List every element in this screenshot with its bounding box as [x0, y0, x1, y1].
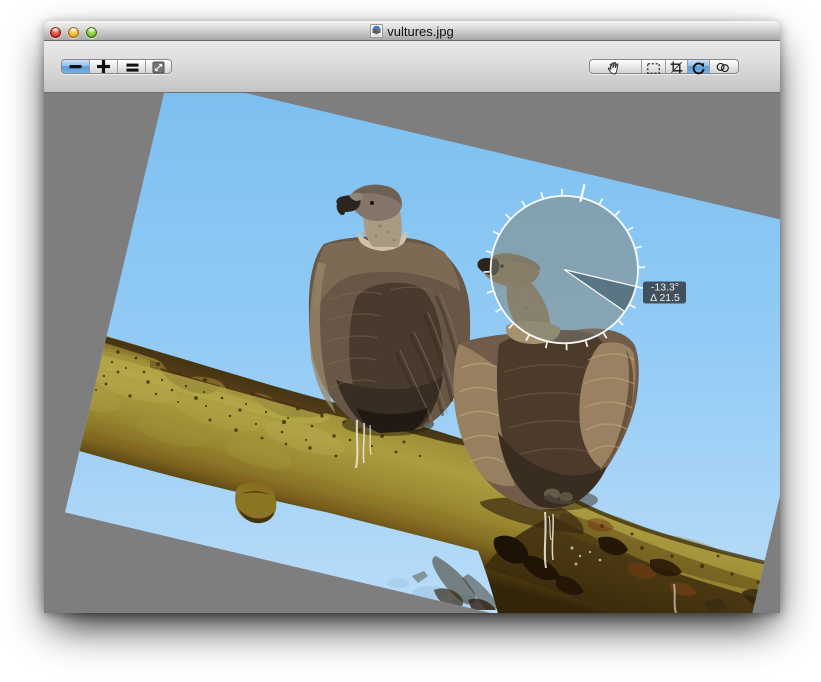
svg-text:Δ 21.5: Δ 21.5 — [650, 292, 680, 304]
